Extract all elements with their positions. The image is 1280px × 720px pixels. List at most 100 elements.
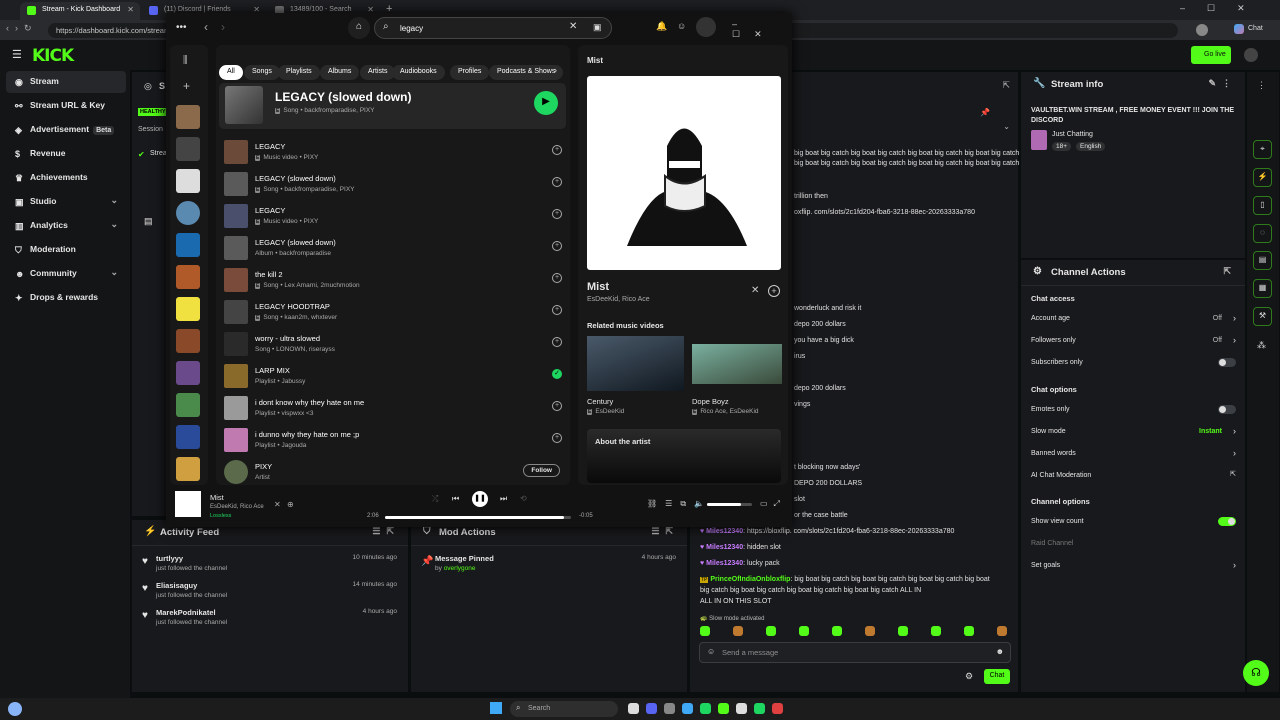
search-result-row[interactable]: LEGACY (slowed down) E Song • backfrompara… bbox=[222, 170, 564, 200]
search-result-row[interactable]: LEGACY HOODTRAP E Song • kaan2m, whxtever + bbox=[222, 298, 564, 328]
panel-tools[interactable]: ☰⇱ bbox=[651, 526, 679, 537]
add-to-library-icon[interactable]: ⊕ bbox=[287, 500, 294, 509]
panel-tools[interactable]: ☰⇱ bbox=[372, 526, 400, 537]
help-headset-icon[interactable]: ☊ bbox=[1243, 660, 1269, 686]
taskbar-app-icon[interactable] bbox=[682, 703, 693, 714]
chevron-right-icon[interactable]: › bbox=[1233, 335, 1236, 345]
volume-slider[interactable] bbox=[707, 503, 752, 506]
chat-username[interactable]: Miles12340 bbox=[706, 560, 743, 567]
setting-slow-mode[interactable]: Slow mode Instant › bbox=[1031, 426, 1236, 442]
more-options-icon[interactable]: ⋮ bbox=[1257, 80, 1266, 91]
sidebar-item-stream[interactable]: ◉ Stream bbox=[6, 71, 126, 93]
np-track-artists[interactable]: EsDeeKid, Rico Ace bbox=[587, 296, 650, 303]
filter-chip-audiobooks[interactable]: Audiobooks bbox=[392, 65, 445, 80]
repeat-icon[interactable]: ⟲ bbox=[520, 494, 527, 503]
add-to-playlist-icon[interactable]: + bbox=[552, 305, 562, 315]
chevron-down-icon[interactable]: ⌄ bbox=[110, 195, 118, 206]
chat-username[interactable]: PrinceOfIndiaOnbloxflip bbox=[710, 576, 790, 583]
emote-icon[interactable] bbox=[700, 626, 710, 636]
filter-chip-playlists[interactable]: Playlists bbox=[278, 65, 320, 80]
chevron-right-icon[interactable]: › bbox=[1233, 560, 1236, 570]
emote-picker-icon[interactable]: ☻ bbox=[996, 647, 1004, 656]
miniplayer-fullscreen-icons[interactable]: ▭⤢ bbox=[760, 499, 786, 509]
friends-icon[interactable]: ☺ bbox=[677, 21, 686, 31]
create-icon[interactable]: + bbox=[183, 79, 190, 93]
taskbar-app-icon[interactable] bbox=[718, 703, 729, 714]
search-result-row[interactable]: LEGACY E Music video • PIXY + bbox=[222, 138, 564, 168]
more-icon[interactable]: ••• bbox=[176, 22, 187, 33]
go-live-button[interactable]: Go live bbox=[1191, 46, 1231, 64]
add-icon[interactable]: + bbox=[768, 285, 780, 297]
chevron-right-icon[interactable]: › bbox=[1233, 426, 1236, 436]
sidebar-item-revenue[interactable]: $ Revenue bbox=[6, 143, 126, 165]
taskbar-app-icon[interactable] bbox=[646, 703, 657, 714]
library-item-thumbnail[interactable] bbox=[176, 265, 200, 289]
filter-chip-all[interactable]: All bbox=[219, 65, 243, 80]
chat-settings-icon[interactable]: ⚙ bbox=[965, 671, 973, 682]
filter-chip-songs[interactable]: Songs bbox=[244, 65, 280, 80]
toggle-switch[interactable] bbox=[1218, 358, 1236, 367]
emote-icon[interactable] bbox=[766, 626, 776, 636]
add-to-playlist-icon[interactable]: + bbox=[552, 273, 562, 283]
emote-icon[interactable] bbox=[931, 626, 941, 636]
chevron-down-icon[interactable]: ⌄ bbox=[110, 219, 118, 230]
volume-icon[interactable]: 🔈 bbox=[694, 499, 704, 508]
sidebar-item-drops-rewards[interactable]: ✦ Drops & rewards bbox=[6, 287, 126, 309]
sidebar-item-moderation[interactable]: ⛉ Moderation bbox=[6, 239, 126, 261]
add-to-playlist-icon[interactable]: + bbox=[552, 177, 562, 187]
emote-icon[interactable] bbox=[997, 626, 1007, 636]
library-item-thumbnail[interactable] bbox=[176, 201, 200, 225]
library-item-thumbnail[interactable] bbox=[176, 425, 200, 449]
bolt-icon[interactable]: ⚡ bbox=[1253, 168, 1272, 187]
add-to-playlist-icon[interactable]: + bbox=[552, 337, 562, 347]
popout-icon[interactable]: ⇱ bbox=[1002, 80, 1010, 91]
profile-avatar[interactable] bbox=[696, 17, 716, 37]
taskbar-app-icon[interactable] bbox=[736, 703, 747, 714]
np-artists[interactable]: EsDeeKid, Rico Ace bbox=[210, 504, 264, 510]
video-title[interactable]: Dope Boyz bbox=[692, 397, 729, 406]
search-result-row[interactable]: worry - ultra slowed Song • LONOWN, riser… bbox=[222, 330, 564, 360]
chevron-down-icon[interactable]: ⌄ bbox=[110, 267, 118, 278]
library-item-thumbnail[interactable] bbox=[176, 297, 200, 321]
taskbar-app-icon[interactable] bbox=[700, 703, 711, 714]
emote-icon[interactable] bbox=[832, 626, 842, 636]
sidebar-item-analytics[interactable]: ▥ Analytics ⌄ bbox=[6, 215, 126, 237]
sidebar-item-stream-url-key[interactable]: ⚯ Stream URL & Key bbox=[6, 95, 126, 117]
setting-followers-only[interactable]: Followers only Off › bbox=[1031, 335, 1236, 351]
search-result-row[interactable]: PIXY Artist Follow bbox=[222, 458, 564, 488]
top-result-card[interactable]: LEGACY (slowed down) E Song • backfrompar… bbox=[219, 83, 566, 129]
saved-check-icon[interactable]: ✓ bbox=[552, 369, 562, 379]
play-button[interactable]: ▶ bbox=[534, 91, 558, 115]
chevron-right-icon[interactable]: › bbox=[1233, 313, 1236, 323]
external-link-icon[interactable]: ⇱ bbox=[1230, 470, 1236, 478]
next-icon[interactable]: ⏭ bbox=[500, 494, 507, 504]
popout-icon[interactable]: ⇱ bbox=[1223, 266, 1237, 277]
taskbar-app-icon[interactable] bbox=[772, 703, 783, 714]
setting-ai-chat-moderation[interactable]: AI Chat Moderation ⇱ bbox=[1031, 470, 1236, 486]
chevron-right-icon[interactable]: › bbox=[1233, 448, 1236, 458]
library-item-thumbnail[interactable] bbox=[176, 361, 200, 385]
pin-icon[interactable]: 📌 bbox=[980, 108, 990, 117]
add-to-playlist-icon[interactable]: + bbox=[552, 401, 562, 411]
window-controls[interactable]: –☐✕ bbox=[732, 19, 792, 40]
menu-icon[interactable]: ☰ bbox=[12, 48, 22, 61]
weather-icon[interactable] bbox=[8, 702, 22, 716]
profile-avatar[interactable] bbox=[1196, 24, 1208, 36]
clear-search-icon[interactable]: ✕ bbox=[569, 21, 577, 32]
np-track-title[interactable]: Mist bbox=[587, 281, 609, 293]
send-chat-button[interactable]: Chat bbox=[984, 669, 1010, 684]
setting-banned-words[interactable]: Banned words › bbox=[1031, 448, 1236, 464]
now-playing-art[interactable] bbox=[175, 491, 201, 517]
browse-icon[interactable]: ▣ bbox=[593, 22, 602, 33]
setting-show-view-count[interactable]: Show view count bbox=[1031, 517, 1236, 532]
copilot-icon[interactable] bbox=[1234, 24, 1244, 34]
wrench-icon[interactable]: ⚒ bbox=[1253, 307, 1272, 326]
add-to-playlist-icon[interactable]: + bbox=[552, 433, 562, 443]
chat-bubble-icon[interactable]: ◌ bbox=[1253, 224, 1272, 243]
forward-icon[interactable]: › bbox=[221, 20, 225, 34]
people-icon[interactable]: ⁂ bbox=[1257, 340, 1266, 351]
nav-buttons[interactable]: ‹›↻ bbox=[6, 23, 38, 34]
np-title[interactable]: Mist bbox=[210, 493, 224, 502]
library-item-thumbnail[interactable] bbox=[176, 329, 200, 353]
close-tab-icon[interactable]: ✕ bbox=[127, 5, 134, 14]
